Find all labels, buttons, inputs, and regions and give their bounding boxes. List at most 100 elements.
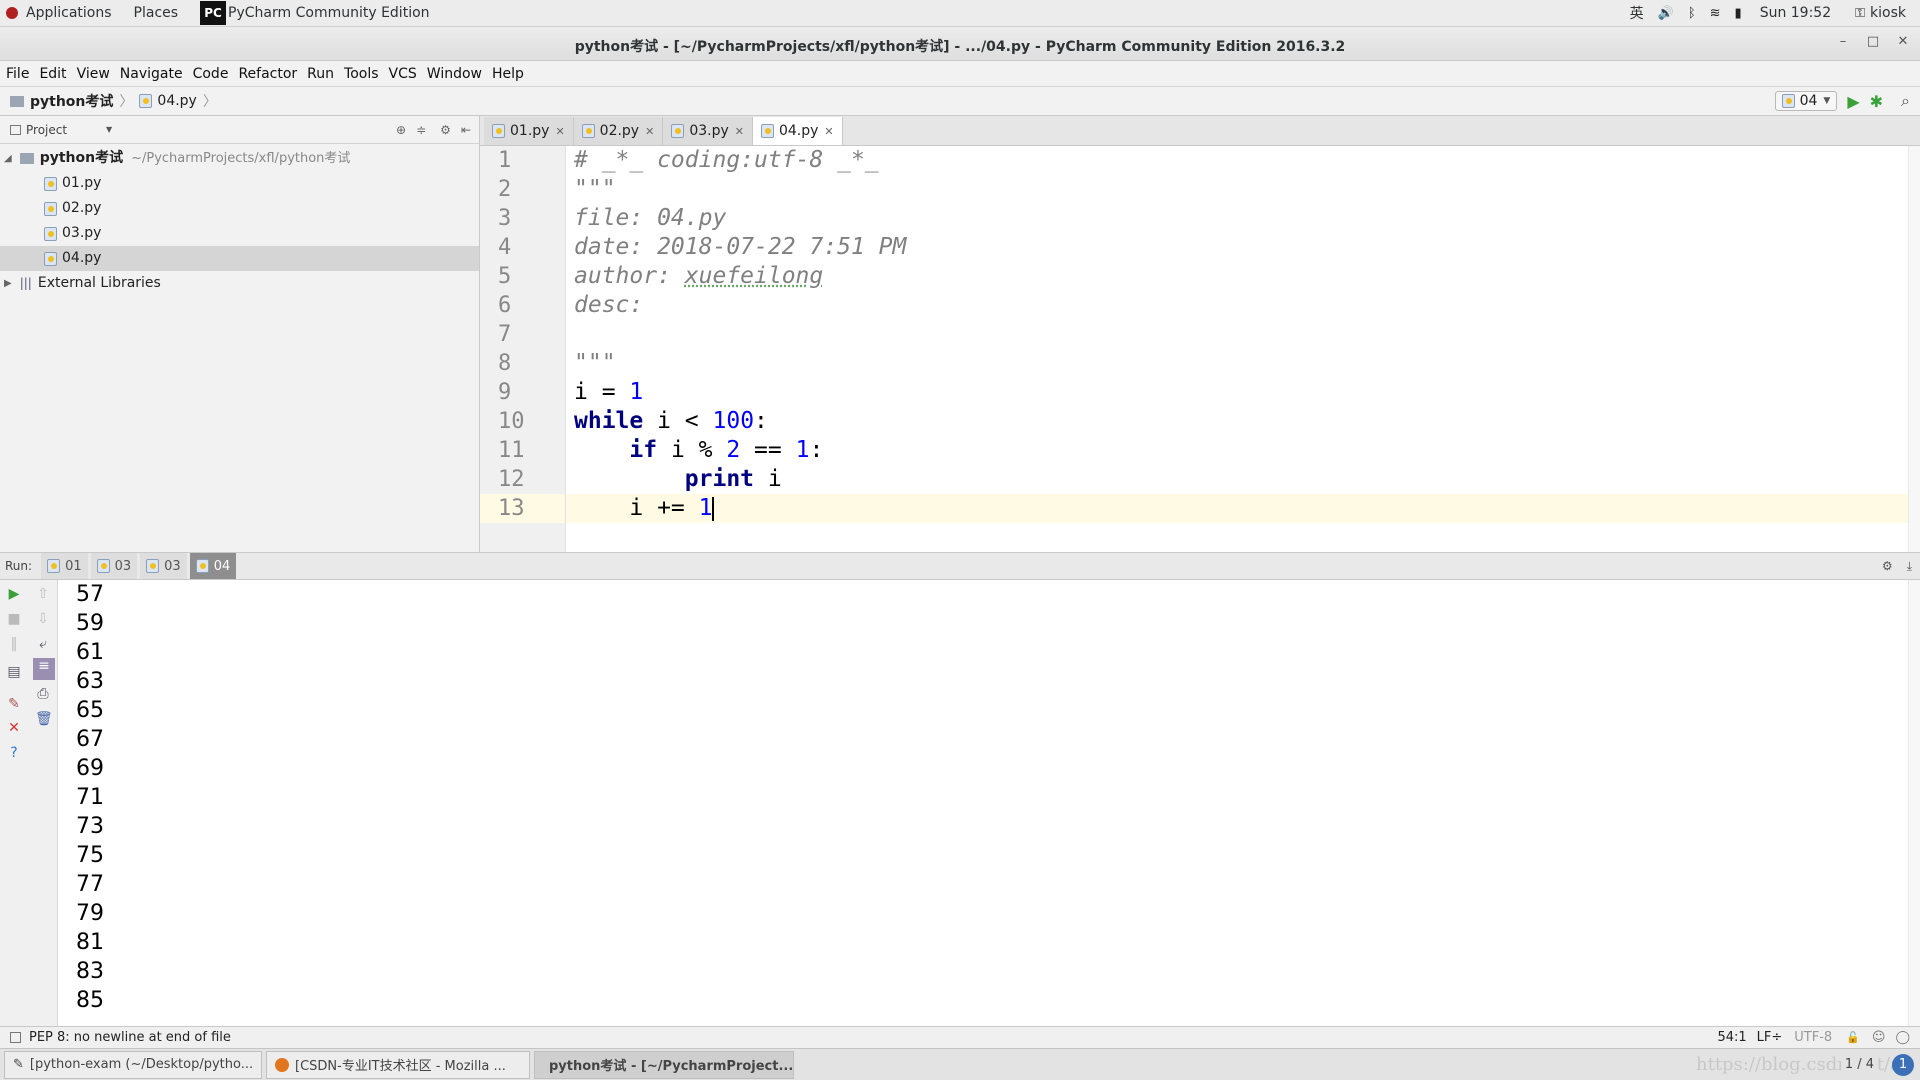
expand-triangle-icon[interactable]: ◢ [4,146,12,171]
debug-icon[interactable]: ✱ [1870,92,1883,111]
menu-help[interactable]: Help [492,66,524,82]
code-area[interactable]: # _*_ coding:utf-8 _*_ """ file: 04.py d… [566,146,1920,552]
line-number: 11 [498,438,525,463]
tab-03[interactable]: 03.py ✕ [663,117,753,145]
file-encoding[interactable]: UTF-8 [1794,1030,1832,1045]
system-top-bar: Applications Places PC PyCharm Community… [0,0,1920,27]
menu-refactor[interactable]: Refactor [238,66,297,82]
menu-window[interactable]: Window [427,66,482,82]
applications-menu[interactable]: Applications [26,5,112,21]
tree-file-04[interactable]: 04.py [0,246,479,271]
tree-file-02[interactable]: 02.py [0,196,479,221]
code-line: # _*_ coding:utf-8 _*_ [566,146,1920,175]
run-tab-03b[interactable]: 03 [140,553,187,579]
taskbar-item-editor[interactable]: ✎ [python-exam (~/Desktop/pytho... [4,1050,262,1079]
expand-triangle-icon[interactable]: ▶ [4,271,12,296]
run-icon[interactable]: ▶ [1847,92,1859,111]
restore-layout-icon[interactable]: ▤ [6,664,22,680]
tool-windows-icon[interactable] [10,1032,21,1043]
tree-file-01[interactable]: 01.py [0,171,479,196]
close-icon[interactable]: ✕ [6,720,22,736]
lock-icon[interactable]: 🔓 [1846,1031,1860,1044]
close-icon[interactable]: ✕ [645,125,654,138]
tree-root-label: python考试 [39,150,124,166]
bluetooth-icon[interactable]: ᛒ [1688,6,1696,21]
console-line: 61 [76,640,104,665]
editor-scrollbar[interactable] [1908,146,1920,552]
tree-file-03[interactable]: 03.py [0,221,479,246]
menu-tools[interactable]: Tools [344,66,379,82]
project-view-icon [10,124,21,135]
tab-04[interactable]: 04.py ✕ [752,117,843,145]
project-view-select[interactable]: Project [26,123,106,137]
tab-02[interactable]: 02.py ✕ [573,117,664,145]
user-menu[interactable]: kiosk [1870,5,1906,21]
run-tab-03[interactable]: 03 [90,553,138,579]
caret-position[interactable]: 54:1 [1717,1030,1746,1045]
menu-view[interactable]: View [77,66,110,82]
event-log-icon[interactable]: ◯ [1895,1030,1910,1045]
line-separator[interactable]: LF÷ [1757,1030,1783,1045]
gear-icon[interactable]: ⚙ [440,123,451,137]
menu-code[interactable]: Code [193,66,229,82]
scroll-to-end-icon[interactable]: ≡ [33,658,55,680]
maximize-icon[interactable]: □ [1862,34,1884,54]
rerun-icon[interactable]: ▶ [6,586,22,602]
run-config-select[interactable]: 04 ▼ [1774,91,1838,111]
menu-navigate[interactable]: Navigate [120,66,183,82]
soft-wrap-icon[interactable]: ⤶ [35,636,51,652]
taskbar-item-pycharm[interactable]: python考试 - [~/PycharmProject... [534,1050,794,1079]
menu-run[interactable]: Run [307,66,334,82]
close-icon[interactable]: ✕ [735,125,744,138]
taskbar-item-firefox[interactable]: [CSDN-专业IT技术社区 - Mozilla ... [266,1050,530,1079]
pause-icon[interactable]: ‖ [6,636,22,652]
code-line: """ [566,349,1920,378]
breadcrumb-project[interactable]: python考试 [30,91,113,111]
run-tab-04[interactable]: 04 [189,553,237,579]
stop-icon[interactable]: ■ [6,611,22,627]
close-window-icon[interactable]: ✕ [1892,34,1914,54]
run-tab-01[interactable]: 01 [41,553,88,579]
console-line: 79 [76,901,104,926]
active-app-label[interactable]: PyCharm Community Edition [228,5,429,21]
print-icon[interactable]: ⎙ [35,686,51,702]
hide-panel-icon[interactable]: ⇤ [461,123,471,137]
minimize-icon[interactable]: – [1832,34,1854,54]
tree-root-path: ~/PycharmProjects/xfl/python考试 [131,151,351,166]
battery-icon[interactable]: ▮ [1735,6,1742,21]
scroll-up-icon[interactable]: ⇧ [35,586,51,602]
help-icon[interactable]: ? [6,745,22,761]
tree-root[interactable]: ◢ python考试 ~/PycharmProjects/xfl/python考… [0,146,479,171]
gear-icon[interactable]: ⚙ [1882,559,1893,573]
breadcrumb-file[interactable]: 04.py [157,93,196,109]
menu-file[interactable]: File [6,66,29,82]
notification-icon[interactable]: 1 [1892,1053,1914,1076]
scroll-down-icon[interactable]: ⇩ [35,611,51,627]
clock[interactable]: Sun 19:52 [1760,5,1831,21]
places-menu[interactable]: Places [134,5,179,21]
menu-edit[interactable]: Edit [39,66,66,82]
firefox-icon [275,1057,289,1072]
collapse-icon[interactable]: ≑ [416,123,426,137]
python-file-icon [44,251,57,266]
inspector-icon[interactable]: ☺ [1872,1030,1886,1045]
tree-external-libraries[interactable]: ▶ ||| External Libraries [0,271,479,296]
chevron-down-icon[interactable]: ▼ [106,125,112,134]
trash-icon[interactable]: 🗑 [35,711,53,727]
python-file-icon [139,94,153,108]
close-icon[interactable]: ✕ [824,125,833,138]
volume-icon[interactable]: 🔊 [1658,6,1674,21]
search-icon[interactable]: ⌕ [1901,91,1910,111]
tab-01[interactable]: 01.py ✕ [484,117,574,145]
hide-panel-icon[interactable]: ⤓ [1907,559,1912,574]
console-output[interactable]: 57 59 61 63 65 67 69 71 73 75 77 79 81 8… [58,580,1920,1026]
menu-vcs[interactable]: VCS [389,66,417,82]
close-icon[interactable]: ✕ [555,125,564,138]
wifi-icon[interactable]: ≋ [1710,6,1721,21]
console-line: 69 [76,756,104,781]
ime-indicator[interactable]: 英 [1630,3,1644,23]
pin-icon[interactable]: ✎ [6,696,22,712]
console-scrollbar[interactable] [1908,580,1920,1026]
sync-icon[interactable]: ⊕ [396,123,406,137]
workspace-pager[interactable]: 1 / 4 [1840,1057,1878,1072]
